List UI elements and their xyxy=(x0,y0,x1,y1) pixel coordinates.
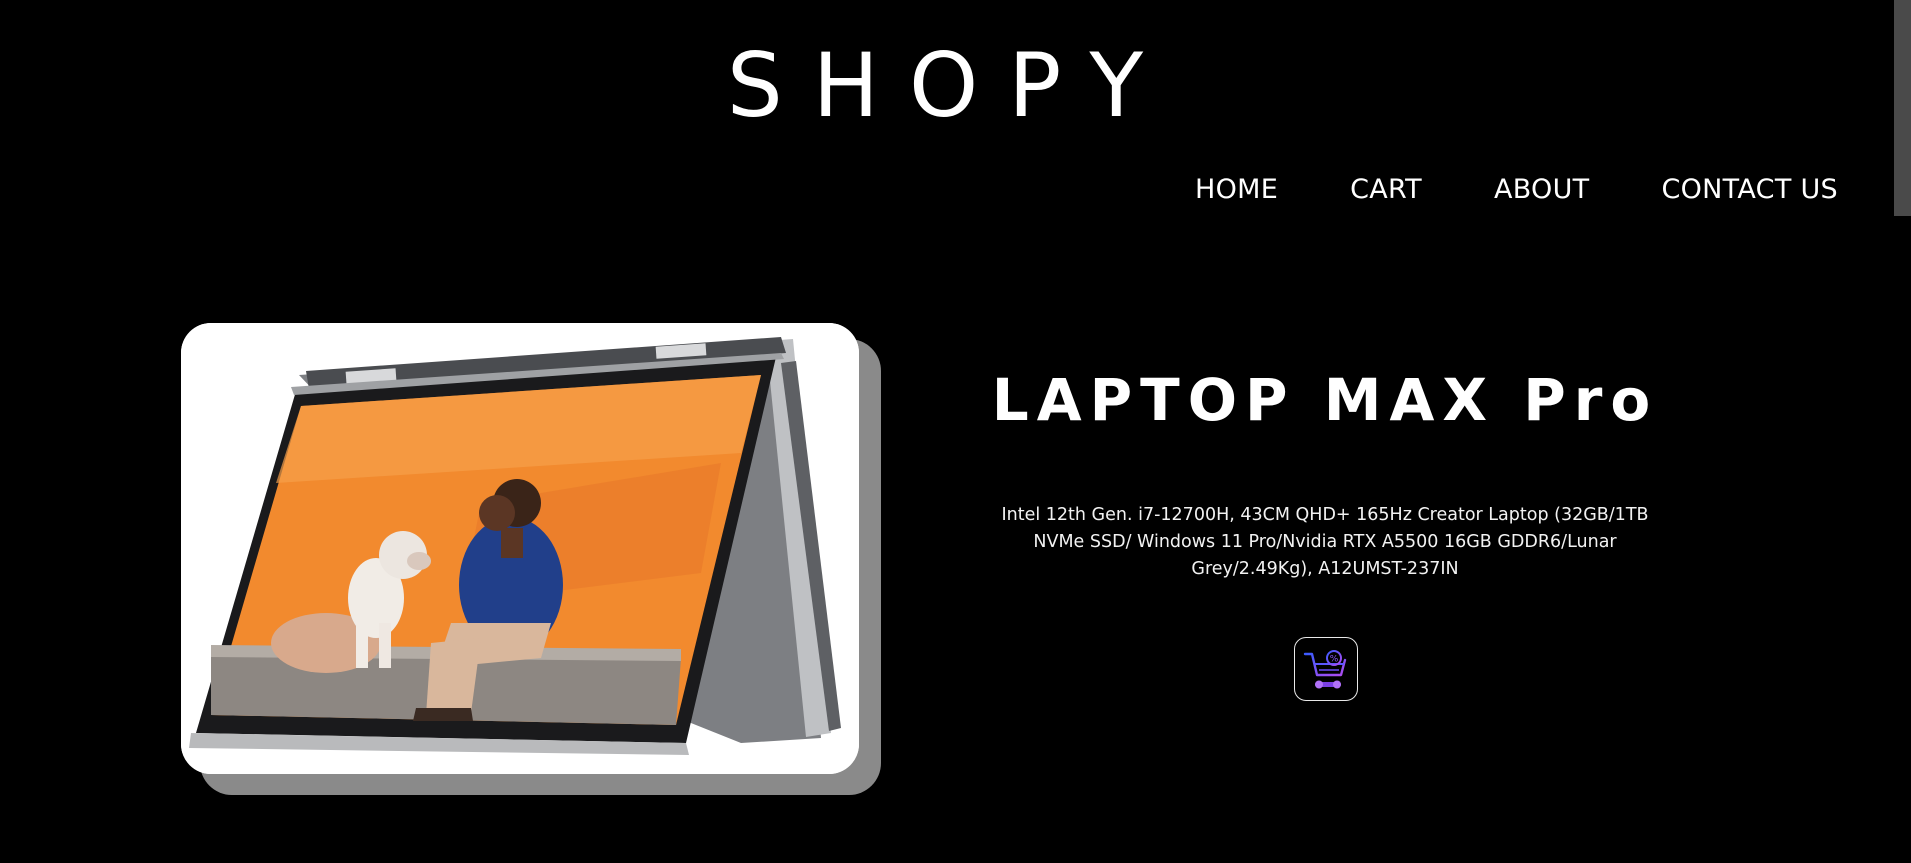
nav-item-cart[interactable]: CART xyxy=(1350,174,1422,205)
product-title: LAPTOP MAX Pro xyxy=(991,366,1659,434)
svg-text:%: % xyxy=(1330,655,1339,665)
nav-item-home[interactable]: HOME xyxy=(1195,174,1278,205)
laptop-photo-icon xyxy=(181,323,859,774)
product-description: Intel 12th Gen. i7-12700H, 43CM QHD+ 165… xyxy=(1001,505,1649,579)
cart-discount-icon: % xyxy=(1303,650,1347,689)
brand-logo[interactable]: SHOPY xyxy=(0,34,1870,137)
page: SHOPY HOME CART ABOUT CONTACT US LAPTOP … xyxy=(0,0,1911,863)
main-nav: HOME CART ABOUT CONTACT US xyxy=(1195,174,1838,205)
product-image xyxy=(181,323,859,774)
add-to-cart-button[interactable]: % xyxy=(1294,637,1358,701)
nav-item-contact-us[interactable]: CONTACT US xyxy=(1661,174,1838,205)
scrollbar-thumb[interactable] xyxy=(1894,0,1911,216)
nav-item-about[interactable]: ABOUT xyxy=(1494,174,1590,205)
